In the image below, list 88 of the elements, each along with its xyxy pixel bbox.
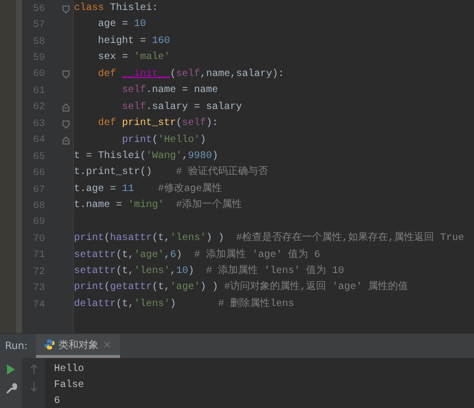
play-icon[interactable] [6,364,16,375]
code-token: 10 [176,265,188,279]
console-output-line: False [54,378,84,393]
code-token: Thislei: [110,2,158,16]
code-token: hasattr [110,232,152,246]
code-token: ( [176,116,182,132]
code-token: (t, [152,280,170,296]
fold-icon[interactable] [62,4,70,14]
code-token: print_str [122,116,176,132]
code-token: 'lens' [170,232,206,246]
code-token: ( [152,134,158,148]
code-token: self [122,84,146,98]
code-token: ) ) [206,232,226,246]
up-arrow-icon[interactable] [30,364,38,374]
fold-icon[interactable] [62,136,70,146]
run-label: Run: [5,340,28,352]
code-token: 'age' [134,248,164,263]
code-token: ) [200,134,206,148]
code-token: 160 [152,34,170,49]
code-comment: #访问对象的属性,返回 'age' 属性的值 [224,280,408,296]
code-comment: #添加一个属性 [176,198,242,214]
code-token: , [170,265,176,279]
code-token: (t, [116,298,134,312]
code-token: setattr [74,248,116,263]
code-comment: # 删除属性lens [218,296,294,312]
code-token: sex = [98,51,130,66]
code-comment: # 添加属性 'age' 值为 6 [194,248,320,263]
down-arrow-icon[interactable] [30,382,38,392]
code-token: t.name = [74,199,124,214]
code-token: ( [104,232,110,246]
code-token: .name = name [146,84,218,98]
code-token: ) [170,298,178,312]
code-token: print [74,280,104,296]
code-token: ) [188,264,196,279]
code-token: setattr [74,265,116,279]
code-comment: #修改age属性 [158,182,222,197]
code-token: 11 [122,182,136,197]
python-icon [44,339,55,350]
code-token: def [98,68,118,82]
code-token: age = [98,18,130,32]
code-token: .salary = salary [146,100,242,115]
code-token: getattr [110,281,152,296]
console-output-line: Hello [54,362,84,377]
code-token: 'Hello' [158,134,200,148]
code-token: height = [98,34,148,49]
code-comment: # 验证代码正确与否 [176,165,268,180]
run-tab[interactable]: 类和对象 × [36,334,120,358]
code-comment: #检查是否存在一个属性,如果存在,属性返回 True [236,231,464,246]
code-comment: # 添加属性 'lens' 值为 10 [206,264,344,279]
code-token: , [164,248,170,263]
code-token: 'Wang' [146,150,182,164]
code-token: (t, [116,248,134,263]
code-token: t.age = [74,182,118,197]
code-token: 'male' [134,50,170,66]
console-output-line: 6 [54,395,62,408]
code-token: class [74,2,106,16]
fold-icon[interactable] [62,120,70,129]
code-token: , [182,150,188,164]
code-token: self [182,116,206,132]
code-token: (t, [116,264,134,279]
fold-icon[interactable] [62,103,70,112]
fold-icon[interactable] [62,70,70,80]
code-token: print [74,232,104,246]
code-token: def [98,116,118,132]
code-token: print [122,134,152,148]
code-token: 6 [170,248,176,263]
code-token: ( [170,68,176,82]
code-token: self [122,100,146,115]
code-token: 10 [134,18,146,32]
code-token: ) [212,150,218,164]
code-token: ): [206,116,218,132]
code-token: t = Thislei( [74,150,146,164]
code-token: ) ) [200,280,220,296]
code-token: delattr [74,298,116,312]
code-token: 'lens' [134,264,170,279]
code-token: self [176,68,200,82]
code-token: __init__ [122,68,170,82]
code-token: ) [176,248,184,263]
code-token: 'age' [170,280,200,296]
code-token: 9980 [188,150,212,164]
code-token: ,name,salary): [200,68,284,82]
code-token: ( [104,280,110,296]
tab-label: 类和对象 [58,338,99,352]
code-token: (t, [152,232,170,246]
code-token: 'ming' [128,198,166,214]
wrench-icon[interactable] [6,383,16,394]
code-token: 'lens' [134,298,170,312]
code-token: t.print_str() [74,166,154,180]
